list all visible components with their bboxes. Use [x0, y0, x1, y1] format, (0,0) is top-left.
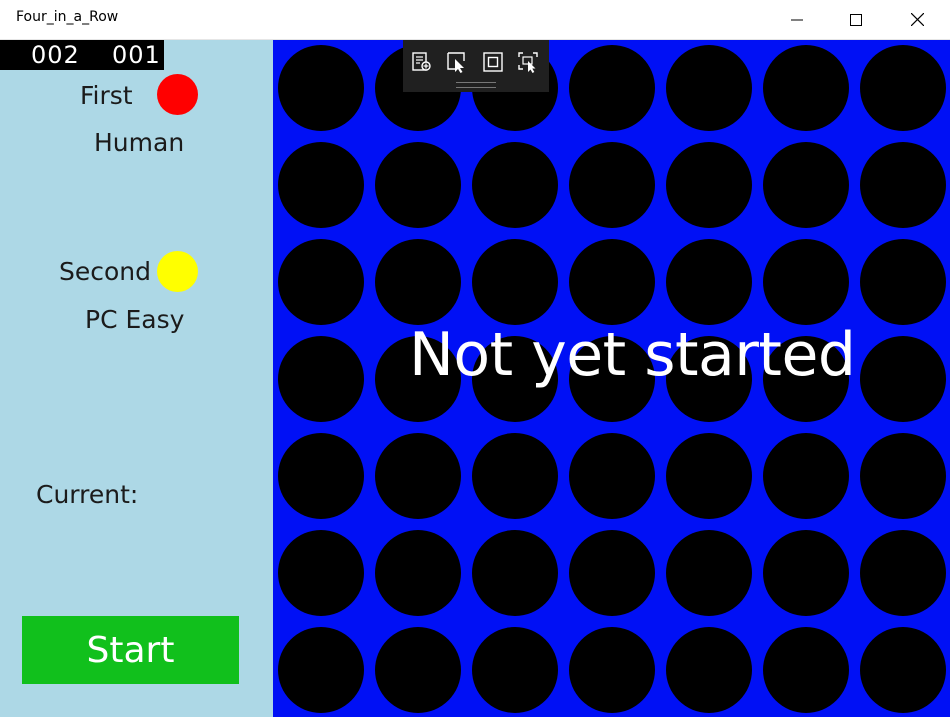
second-player-score: 001: [112, 41, 161, 69]
board-cell[interactable]: [278, 433, 364, 519]
board-cell[interactable]: [860, 433, 946, 519]
board-cell[interactable]: [763, 433, 849, 519]
minimize-icon: [791, 19, 803, 20]
board-cell[interactable]: [860, 45, 946, 131]
board-cell[interactable]: [375, 239, 461, 325]
live-visual-tree-icon: [412, 52, 431, 71]
board-cell[interactable]: [860, 239, 946, 325]
board-cell[interactable]: [375, 142, 461, 228]
board-cell[interactable]: [569, 530, 655, 616]
board-cell[interactable]: [860, 142, 946, 228]
close-icon: [910, 13, 924, 26]
app-window: Four_in_a_Row 002 001 First Human Second: [0, 0, 950, 717]
live-visual-tree-button[interactable]: [409, 49, 435, 75]
board-cell[interactable]: [569, 142, 655, 228]
board-cell[interactable]: [375, 627, 461, 713]
track-focus-button[interactable]: [515, 49, 541, 75]
first-player-disc: [157, 74, 198, 115]
select-element-button[interactable]: [444, 49, 470, 75]
board-cell[interactable]: [472, 239, 558, 325]
board-cell[interactable]: [569, 45, 655, 131]
debug-toolbar: [403, 40, 549, 92]
board-cell[interactable]: [763, 239, 849, 325]
close-button[interactable]: [894, 0, 940, 39]
board-cell[interactable]: [278, 239, 364, 325]
board-cell[interactable]: [860, 336, 946, 422]
display-layout-adorners-button[interactable]: [480, 49, 506, 75]
board-cell[interactable]: [472, 627, 558, 713]
first-player-label: First: [80, 81, 133, 110]
board-cell[interactable]: [666, 433, 752, 519]
minimize-button[interactable]: [774, 0, 820, 39]
board-cell[interactable]: [375, 530, 461, 616]
current-player-label: Current:: [36, 480, 139, 509]
board-cell[interactable]: [569, 627, 655, 713]
first-player-type: Human: [94, 128, 185, 157]
board-cell[interactable]: [569, 239, 655, 325]
board-cell[interactable]: [763, 45, 849, 131]
board-cell[interactable]: [278, 45, 364, 131]
maximize-button[interactable]: [833, 0, 879, 39]
board-cell[interactable]: [666, 45, 752, 131]
board-cell[interactable]: [666, 530, 752, 616]
board-cell[interactable]: [763, 530, 849, 616]
toolbar-drag-handle[interactable]: [456, 82, 496, 88]
board-cell[interactable]: [472, 530, 558, 616]
select-element-icon: [447, 52, 465, 73]
start-button[interactable]: Start: [22, 616, 239, 684]
board-cell[interactable]: [278, 530, 364, 616]
window-title: Four_in_a_Row: [16, 9, 119, 25]
board-cell[interactable]: [278, 336, 364, 422]
game-status: Not yet started: [409, 320, 856, 390]
track-focus-icon: [518, 52, 538, 73]
board-cell[interactable]: [569, 433, 655, 519]
display-layout-adorners-icon: [483, 52, 503, 72]
game-board[interactable]: Not yet started: [273, 40, 950, 717]
board-cell[interactable]: [278, 627, 364, 713]
board-cell[interactable]: [472, 142, 558, 228]
board-cell[interactable]: [763, 627, 849, 713]
second-player-label: Second: [59, 257, 152, 286]
board-cell[interactable]: [472, 433, 558, 519]
board-cell[interactable]: [763, 142, 849, 228]
board-cell[interactable]: [666, 142, 752, 228]
board-cell[interactable]: [375, 433, 461, 519]
board-cell[interactable]: [666, 627, 752, 713]
board-cell[interactable]: [666, 239, 752, 325]
board-cell[interactable]: [860, 530, 946, 616]
maximize-icon: [850, 13, 862, 26]
first-player-score: 002: [31, 41, 80, 69]
score-display: 002 001: [0, 40, 164, 70]
board-cell[interactable]: [860, 627, 946, 713]
board-cell[interactable]: [278, 142, 364, 228]
side-panel: 002 001 First Human Second PC Easy Curre…: [0, 40, 273, 717]
second-player-disc: [157, 251, 198, 292]
title-bar[interactable]: Four_in_a_Row: [0, 0, 950, 40]
second-player-type: PC Easy: [85, 305, 185, 334]
